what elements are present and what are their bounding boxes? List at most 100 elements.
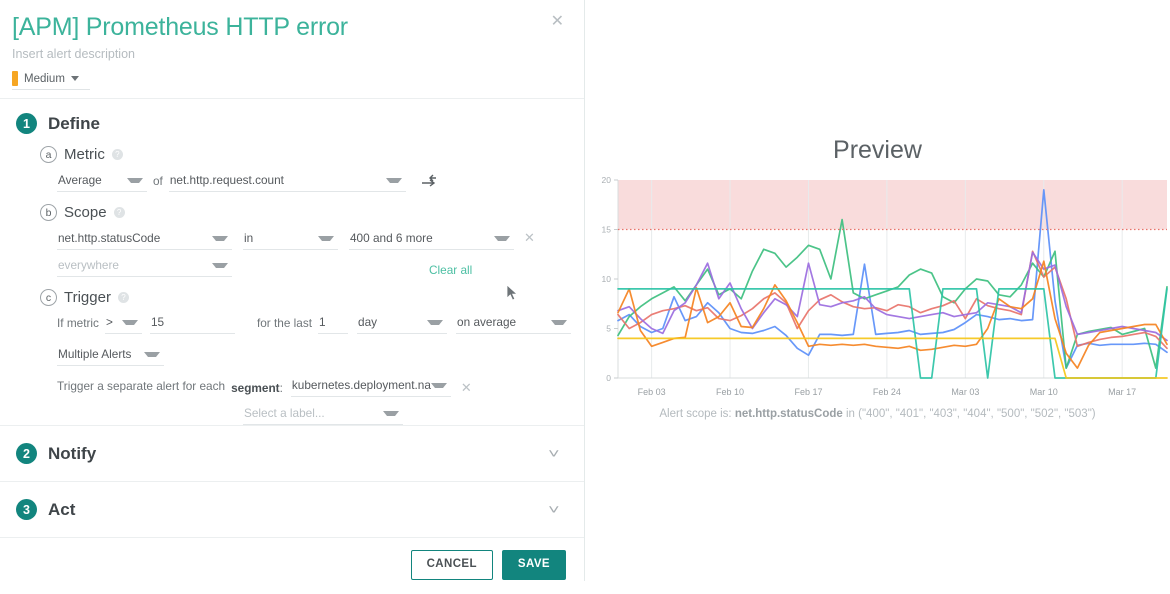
caption-prefix: Alert scope is: bbox=[659, 408, 732, 420]
scope-key-value: net.http.statusCode bbox=[58, 231, 161, 245]
x-tick-label: Feb 10 bbox=[716, 387, 744, 397]
chevron-down-icon bbox=[385, 177, 402, 183]
chevron-down-icon bbox=[127, 177, 143, 183]
x-tick-label: Mar 03 bbox=[951, 387, 979, 397]
metric-header: a Metric ? bbox=[40, 146, 584, 163]
threshold-input[interactable]: 15 bbox=[149, 315, 235, 334]
duration-input[interactable]: 1 bbox=[318, 315, 349, 334]
comparator-dropdown[interactable]: > bbox=[104, 315, 142, 334]
section-define: 1 Define a Metric ? Average of net.http.… bbox=[0, 99, 584, 425]
y-tick-label: 5 bbox=[606, 324, 611, 334]
chevron-down-icon bbox=[70, 76, 79, 81]
scope-everywhere-dropdown[interactable]: everywhere bbox=[57, 258, 232, 277]
x-tick-label: Mar 10 bbox=[1030, 387, 1058, 397]
priority-row: Medium bbox=[12, 69, 568, 90]
y-tick-label: 0 bbox=[606, 373, 611, 383]
chevron-down-icon[interactable]: ˅ bbox=[549, 447, 572, 460]
x-tick-label: Feb 17 bbox=[794, 387, 822, 397]
label-select-row: Select a label... bbox=[40, 406, 584, 425]
alert-type-row: Multiple Alerts bbox=[40, 347, 584, 366]
bullet-c: c bbox=[40, 289, 57, 306]
cancel-button[interactable]: CANCEL bbox=[410, 550, 493, 580]
label-dropdown[interactable]: Select a label... bbox=[243, 406, 403, 425]
segment-label-bold: segment bbox=[231, 380, 280, 395]
save-button[interactable]: SAVE bbox=[501, 550, 566, 580]
chevron-down-icon bbox=[318, 235, 334, 241]
x-tick-label: Feb 03 bbox=[638, 387, 666, 397]
section-act-title: Act bbox=[48, 499, 76, 519]
subsection-trigger: c Trigger ? If metric > 15 for the last bbox=[0, 277, 584, 425]
duration-unit-value: day bbox=[358, 315, 378, 329]
duration-unit-dropdown[interactable]: day bbox=[357, 315, 448, 334]
scope-values-dropdown[interactable]: 400 and 6 more bbox=[349, 231, 514, 250]
chart-svg: 0 5 10 15 20 Feb 03 Feb 10 Feb 17 Feb 24 Mar 03 Ma… bbox=[602, 175, 1168, 397]
caption-suffix: in ("400", "401", "403", "404", "500", "… bbox=[846, 408, 1096, 420]
chevron-down-icon bbox=[430, 382, 447, 388]
comparator-value: > bbox=[105, 315, 113, 329]
section-act: 3 Act ˅ bbox=[0, 482, 584, 537]
segment-dropdown[interactable]: kubernetes.deployment.name bbox=[290, 378, 451, 397]
trigger-header: c Trigger ? bbox=[40, 289, 584, 306]
footer-actions: CANCEL SAVE bbox=[0, 537, 584, 594]
trigger-condition-row: If metric > 15 for the last 1 day on ave… bbox=[40, 315, 584, 334]
bullet-a: a bbox=[40, 146, 57, 163]
threshold-band bbox=[618, 180, 1167, 230]
priority-dropdown[interactable]: Medium bbox=[12, 69, 90, 90]
segment-remove-icon[interactable]: ✕ bbox=[451, 380, 472, 396]
preview-panel: Preview 0 5 10 15 20 Feb 03 Feb 10 Feb 17 Feb 24… bbox=[585, 0, 1170, 581]
priority-value: Medium bbox=[24, 72, 65, 85]
scope-operator-dropdown[interactable]: in bbox=[243, 231, 338, 250]
preview-title: Preview bbox=[833, 136, 922, 164]
help-icon[interactable]: ? bbox=[117, 292, 129, 303]
alert-type-dropdown[interactable]: Multiple Alerts bbox=[57, 347, 164, 366]
y-tick-label: 20 bbox=[602, 175, 612, 185]
chart-caption: Alert scope is: net.http.statusCode in (… bbox=[585, 408, 1170, 420]
chart-series-404 bbox=[617, 251, 1168, 342]
clear-all-link[interactable]: Clear all bbox=[429, 263, 472, 277]
metric-name-dropdown[interactable]: net.http.request.count bbox=[168, 173, 406, 192]
x-tick-label: Feb 24 bbox=[873, 387, 901, 397]
subsection-scope: b Scope ? net.http.statusCode in 400 and… bbox=[0, 192, 584, 277]
chevron-down-icon[interactable]: ˅ bbox=[549, 503, 572, 516]
scope-operator-value: in bbox=[244, 231, 254, 245]
section-notify-header[interactable]: 2 Notify ˅ bbox=[0, 426, 584, 481]
scope-row: net.http.statusCode in 400 and 6 more ✕ bbox=[40, 230, 584, 250]
compare-arrows-icon[interactable] bbox=[418, 172, 440, 190]
chevron-down-icon bbox=[212, 262, 228, 268]
chevron-down-icon bbox=[494, 235, 510, 241]
scope-title: Scope bbox=[64, 204, 107, 221]
mouse-cursor bbox=[506, 284, 519, 307]
scope-everywhere-value: everywhere bbox=[58, 258, 119, 272]
chevron-down-icon bbox=[383, 410, 399, 416]
scope-key-dropdown[interactable]: net.http.statusCode bbox=[57, 231, 232, 250]
section-define-header[interactable]: 1 Define bbox=[0, 113, 584, 134]
segment-label-suffix: : bbox=[279, 380, 283, 395]
trigger-aggregation-dropdown[interactable]: on average bbox=[456, 315, 572, 334]
close-icon[interactable]: ✕ bbox=[551, 14, 564, 30]
scope-values-value: 400 and 6 more bbox=[350, 231, 433, 245]
bullet-b: b bbox=[40, 204, 57, 221]
metric-aggregation-dropdown[interactable]: Average bbox=[57, 173, 147, 192]
alert-editor-panel: [APM] Prometheus HTTP error Insert alert… bbox=[0, 0, 585, 581]
chevron-down-icon bbox=[121, 319, 138, 325]
section-define-title: Define bbox=[48, 113, 100, 133]
metric-name-value: net.http.request.count bbox=[169, 173, 284, 187]
chart-series-401 bbox=[617, 218, 1168, 369]
section-notify-title: Notify bbox=[48, 443, 97, 463]
caption-scope: net.http.statusCode bbox=[734, 408, 843, 420]
step-number-1: 1 bbox=[16, 113, 37, 134]
chevron-down-icon bbox=[144, 351, 160, 357]
alert-description[interactable]: Insert alert description bbox=[12, 47, 568, 61]
for-the-last-label: for the last bbox=[256, 316, 313, 330]
app-root: [APM] Prometheus HTTP error Insert alert… bbox=[0, 0, 1170, 581]
trigger-title: Trigger bbox=[64, 289, 111, 306]
help-icon[interactable]: ? bbox=[113, 207, 125, 218]
scope-header: b Scope ? bbox=[40, 204, 584, 221]
metric-row: Average of net.http.request.count bbox=[40, 172, 584, 192]
scope-remove-icon[interactable]: ✕ bbox=[514, 230, 535, 250]
chevron-down-icon bbox=[212, 235, 228, 241]
y-tick-label: 15 bbox=[602, 225, 612, 235]
duration-value: 1 bbox=[319, 315, 326, 329]
help-icon[interactable]: ? bbox=[111, 149, 123, 160]
section-act-header[interactable]: 3 Act ˅ bbox=[0, 482, 584, 537]
